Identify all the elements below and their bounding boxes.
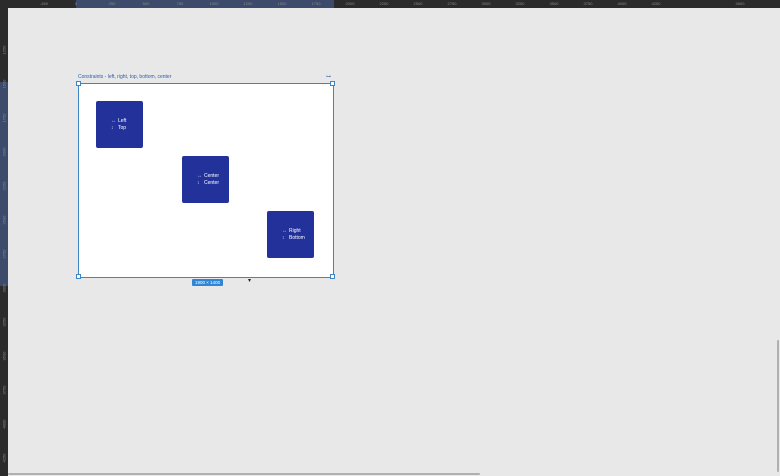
box-h-constraint: ↔ Right — [267, 228, 301, 235]
ruler-tick: 1250 — [1, 45, 7, 55]
vertical-scrollbar[interactable] — [777, 340, 779, 472]
ruler-tick: 1500 — [1, 79, 7, 89]
box-right-bottom[interactable]: ↔ Right ↕ Bottom — [267, 211, 314, 258]
ruler-tick: 1000 — [209, 1, 219, 6]
ruler-tick: 2500 — [413, 1, 423, 6]
box-v-constraint: ↕ Center — [182, 180, 219, 187]
ruler-tick: -450 — [39, 1, 49, 6]
constraints-frame[interactable]: ↔ Left ↕ Top ↔ Center ↕ Center ↔ Right ↕… — [78, 83, 334, 278]
ruler-tick: 2250 — [379, 1, 389, 6]
h-constraint-label: Right — [289, 227, 301, 234]
ruler-tick: 2000 — [1, 147, 7, 157]
h-constraint-label: Left — [118, 117, 127, 124]
box-v-constraint: ↕ Top — [96, 125, 126, 132]
frame-settings-icon[interactable]: ⊶ — [326, 74, 331, 80]
horizontal-scrollbar[interactable] — [8, 473, 480, 475]
ruler-tick: 4000 — [617, 1, 627, 6]
ruler-tick: 3500 — [549, 1, 559, 6]
ruler-tick: 2500 — [1, 215, 7, 225]
ruler-tick: 3750 — [583, 1, 593, 6]
ruler-tick: 1250 — [243, 1, 253, 6]
v-constraint-label: Center — [204, 179, 220, 186]
ruler-tick: 750 — [176, 1, 184, 6]
box-v-constraint: ↕ Bottom — [267, 235, 305, 242]
frame-title[interactable]: Constraints - left, right, top, bottom, … — [78, 74, 171, 80]
ruler-tick: 4250 — [1, 453, 7, 463]
resize-handle-bottom-right[interactable] — [330, 274, 335, 279]
resize-handle-top-right[interactable] — [330, 81, 335, 86]
ruler-tick: 2250 — [1, 181, 7, 191]
ruler-tick: 3000 — [1, 283, 7, 293]
ruler-tick: 250 — [108, 1, 116, 6]
horizontal-arrows-icon: ↔ — [111, 117, 116, 124]
frame-size-badge: 1900 × 1400 — [192, 279, 224, 286]
ruler-tick: 3750 — [1, 385, 7, 395]
resize-handle-top-left[interactable] — [76, 81, 81, 86]
ruler-tick: 4500 — [735, 1, 745, 6]
ruler-tick: 2000 — [345, 1, 355, 6]
box-left-top[interactable]: ↔ Left ↕ Top — [96, 101, 143, 148]
ruler-tick: 500 — [142, 1, 150, 6]
horizontal-arrows-icon: ↔ — [197, 172, 202, 179]
box-h-constraint: ↔ Center — [182, 173, 219, 180]
horizontal-arrows-icon: ↔ — [282, 227, 287, 234]
ruler-tick: 2750 — [1, 249, 7, 259]
ruler-tick: 1500 — [277, 1, 287, 6]
v-constraint-label: Bottom — [289, 234, 305, 241]
ruler-tick: 1750 — [311, 1, 321, 6]
mouse-cursor-icon: ▾ — [248, 278, 252, 284]
ruler-tick: 3000 — [481, 1, 491, 6]
ruler-tick: 4250 — [651, 1, 661, 6]
ruler-tick: 3500 — [1, 351, 7, 361]
box-center-center[interactable]: ↔ Center ↕ Center — [182, 156, 229, 203]
vertical-arrows-icon: ↕ — [197, 179, 200, 186]
vertical-arrows-icon: ↕ — [282, 234, 285, 241]
ruler-tick: 4000 — [1, 419, 7, 429]
ruler-tick: 3250 — [1, 317, 7, 327]
ruler-tick: 3250 — [515, 1, 525, 6]
vertical-arrows-icon: ↕ — [111, 124, 114, 131]
left-ruler[interactable]: 1250 1500 1750 2000 2250 2500 2750 3000 … — [0, 8, 8, 476]
ruler-tick: 1750 — [1, 113, 7, 123]
top-ruler[interactable]: -450 0 250 500 750 1000 1250 1500 1750 2… — [0, 0, 780, 8]
ruler-tick: 2750 — [447, 1, 457, 6]
v-constraint-label: Top — [118, 124, 127, 131]
ruler-tick: 0 — [74, 1, 78, 6]
box-h-constraint: ↔ Left — [96, 118, 126, 125]
h-constraint-label: Center — [204, 172, 220, 179]
resize-handle-bottom-left[interactable] — [76, 274, 81, 279]
